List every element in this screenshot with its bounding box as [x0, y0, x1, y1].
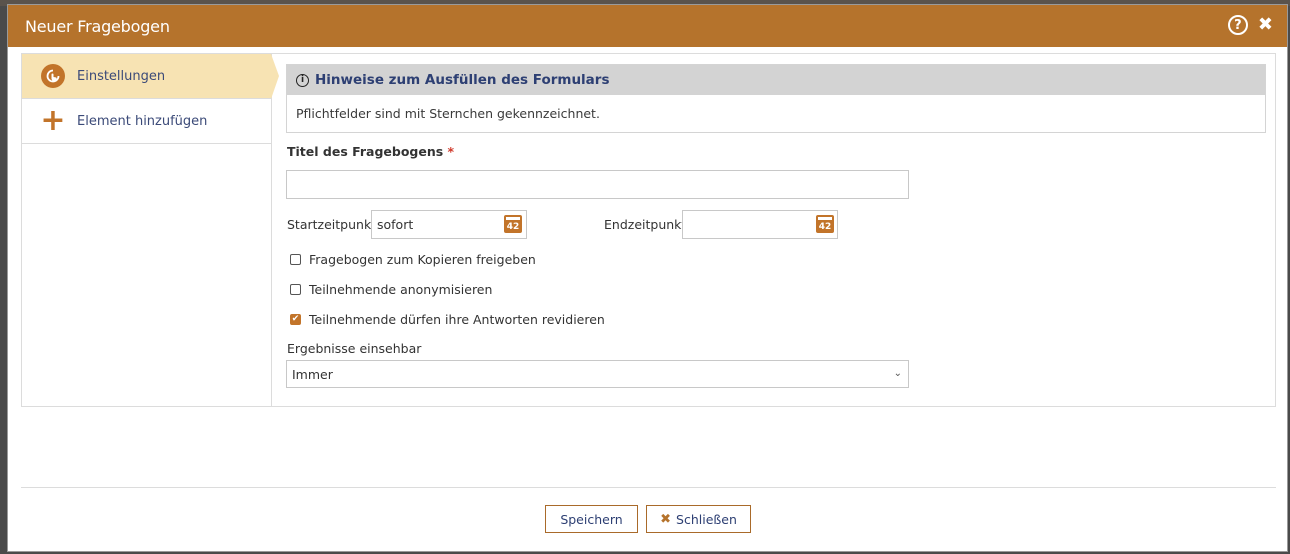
plus-icon: +	[40, 103, 66, 138]
save-button-label: Speichern	[560, 511, 623, 527]
end-label: Endzeitpunkt	[604, 217, 687, 232]
footer-divider	[21, 487, 1276, 488]
checkbox-icon[interactable]	[290, 284, 301, 295]
new-questionnaire-dialog: Neuer Fragebogen ? ✖ Einstellungen + Ele…	[7, 4, 1288, 552]
dialog-panel: Einstellungen + Element hinzufügen i Hin…	[21, 53, 1276, 407]
checkbox-anonymize[interactable]: Teilnehmende anonymisieren	[290, 282, 492, 297]
results-select[interactable]: Immer ⌄	[286, 360, 909, 388]
title-label-text: Titel des Fragebogens	[287, 144, 444, 159]
checkbox-checked-icon[interactable]: ✔	[290, 314, 301, 325]
hint-body: Pflichtfelder sind mit Sternchen gekennz…	[296, 106, 600, 121]
date-row: Startzeitpunkt 42 Endzeitpunkt 42	[286, 210, 1266, 240]
checkbox-revise-answers[interactable]: ✔ Teilnehmende dürfen ihre Antworten rev…	[290, 312, 605, 327]
start-label: Startzeitpunkt	[287, 217, 377, 232]
sidebar-item-add-element[interactable]: + Element hinzufügen	[22, 99, 271, 144]
form-content: i Hinweise zum Ausfüllen des Formulars P…	[286, 64, 1266, 388]
checkbox-label: Teilnehmende dürfen ihre Antworten revid…	[309, 312, 605, 327]
hint-title: Hinweise zum Ausfüllen des Formulars	[315, 72, 610, 88]
settings-hand-icon	[40, 63, 66, 89]
dialog-title: Neuer Fragebogen	[25, 16, 170, 36]
help-icon[interactable]: ?	[1227, 15, 1248, 35]
dialog-titlebar: Neuer Fragebogen ? ✖	[8, 5, 1287, 47]
title-input[interactable]	[286, 170, 909, 199]
checkbox-icon[interactable]	[290, 254, 301, 265]
end-calendar-icon[interactable]: 42	[816, 215, 834, 233]
start-calendar-icon[interactable]: 42	[504, 215, 522, 233]
chevron-down-icon: ⌄	[893, 368, 902, 379]
close-x-icon: ✖	[660, 511, 672, 527]
info-icon: i	[296, 73, 309, 87]
titlebar-icons: ? ✖	[1227, 15, 1273, 35]
results-label: Ergebnisse einsehbar	[287, 341, 422, 356]
hint-box: i Hinweise zum Ausfüllen des Formulars P…	[286, 64, 1266, 133]
save-button[interactable]: Speichern	[545, 505, 638, 533]
sidebar: Einstellungen + Element hinzufügen	[22, 54, 279, 406]
title-label: Titel des Fragebogens *	[287, 144, 454, 159]
checkbox-label: Fragebogen zum Kopieren freigeben	[309, 252, 536, 267]
checkbox-label: Teilnehmende anonymisieren	[309, 282, 493, 297]
checkbox-copy-release[interactable]: Fragebogen zum Kopieren freigeben	[290, 252, 536, 267]
results-select-value: Immer	[292, 366, 333, 382]
hint-header: i Hinweise zum Ausfüllen des Formulars	[287, 65, 1265, 95]
end-date-input[interactable]	[682, 210, 838, 239]
close-icon[interactable]: ✖	[1258, 16, 1273, 34]
sidebar-item-label: Einstellungen	[77, 68, 166, 84]
required-marker: *	[447, 144, 455, 159]
sidebar-item-label: Element hinzufügen	[77, 113, 208, 129]
sidebar-item-settings[interactable]: Einstellungen	[22, 54, 279, 99]
close-button[interactable]: ✖ Schließen	[646, 505, 751, 533]
close-button-label: Schließen	[676, 511, 737, 527]
